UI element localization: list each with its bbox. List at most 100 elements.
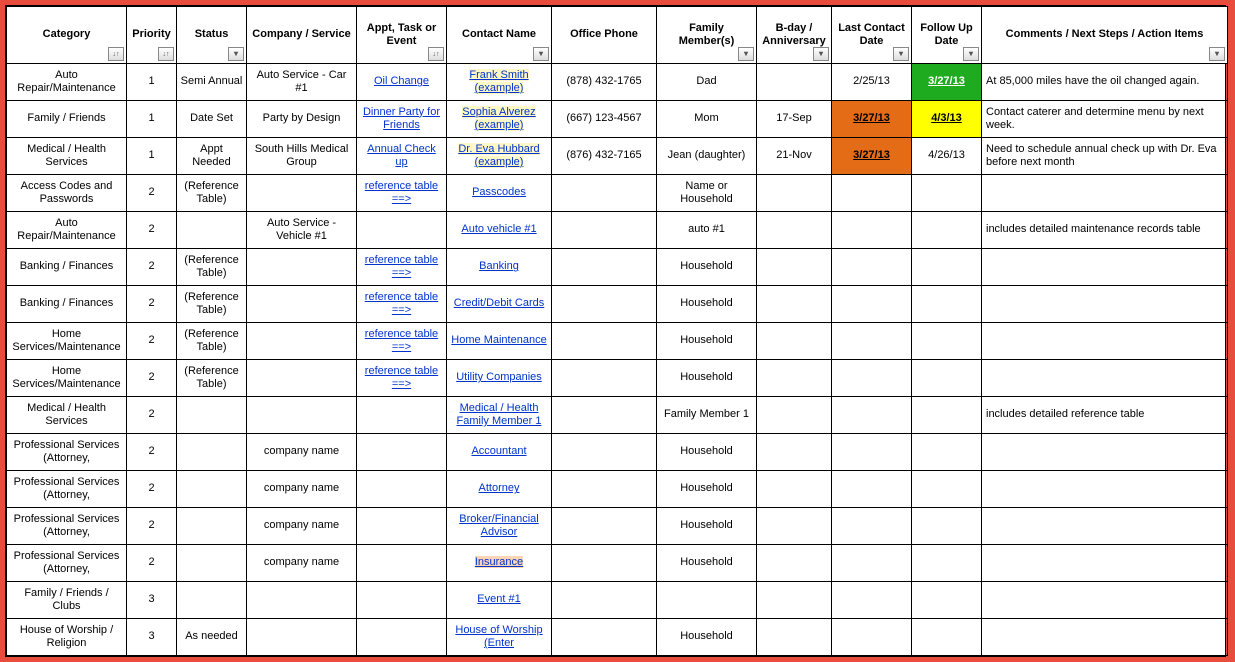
cell: (878) 432-1765: [552, 64, 657, 101]
cell: reference table ==>: [357, 249, 447, 286]
cell: [757, 471, 832, 508]
cell: [912, 619, 982, 656]
cell: [982, 175, 1228, 212]
cell: [552, 360, 657, 397]
col-last: Last Contact Date: [832, 7, 912, 64]
cell: Utility Companies: [447, 360, 552, 397]
cell-link[interactable]: Sophia Alverez (example): [462, 106, 535, 131]
cell-link[interactable]: Event #1: [477, 593, 520, 605]
cell: 2: [127, 360, 177, 397]
cell: 2: [127, 175, 177, 212]
cell: 3/27/13: [832, 138, 912, 175]
cell-link[interactable]: House of Worship (Enter: [455, 624, 542, 649]
cell-link[interactable]: Passcodes: [472, 186, 526, 198]
cell: [982, 582, 1228, 619]
cell: Professional Services (Attorney,: [7, 434, 127, 471]
cell: [912, 323, 982, 360]
filter-icon[interactable]: [1209, 47, 1225, 61]
cell: Accountant: [447, 434, 552, 471]
filter-icon[interactable]: [813, 47, 829, 61]
cell: [982, 508, 1228, 545]
cell: company name: [247, 434, 357, 471]
cell: 2: [127, 212, 177, 249]
cell: 2: [127, 508, 177, 545]
table-row: Professional Services (Attorney,2company…: [7, 508, 1228, 545]
filter-icon[interactable]: [738, 47, 754, 61]
cell: Passcodes: [447, 175, 552, 212]
cell: [832, 360, 912, 397]
cell: [912, 286, 982, 323]
cell: [757, 508, 832, 545]
cell: reference table ==>: [357, 286, 447, 323]
cell: company name: [247, 545, 357, 582]
filter-icon[interactable]: [428, 47, 444, 61]
cell: includes detailed reference table: [982, 397, 1228, 434]
cell: Access Codes and Passwords: [7, 175, 127, 212]
cell: [832, 434, 912, 471]
cell-link[interactable]: Broker/Financial Advisor: [459, 513, 538, 538]
filter-icon[interactable]: [158, 47, 174, 61]
cell: Household: [657, 545, 757, 582]
filter-icon[interactable]: [108, 47, 124, 61]
table-row: Professional Services (Attorney,2company…: [7, 471, 1228, 508]
cell: Home Maintenance: [447, 323, 552, 360]
cell: Banking / Finances: [7, 286, 127, 323]
cell-link[interactable]: Dinner Party for Friends: [363, 106, 440, 131]
cell-link[interactable]: Annual Check up: [367, 143, 436, 168]
cell: 2: [127, 323, 177, 360]
header-row: Category Priority Status Company / Servi…: [7, 7, 1228, 64]
filter-icon[interactable]: [963, 47, 979, 61]
cell: Appt Needed: [177, 138, 247, 175]
cell-link[interactable]: Frank Smith (example): [469, 69, 528, 94]
cell: [912, 175, 982, 212]
cell-link[interactable]: Auto vehicle #1: [461, 223, 536, 235]
cell: Contact caterer and determine menu by ne…: [982, 101, 1228, 138]
cell-link[interactable]: Attorney: [479, 482, 520, 494]
cell-link[interactable]: Insurance: [475, 556, 523, 568]
cell: Sophia Alverez (example): [447, 101, 552, 138]
spreadsheet-table: Category Priority Status Company / Servi…: [5, 5, 1226, 657]
cell: [757, 360, 832, 397]
cell: Household: [657, 323, 757, 360]
col-contact: Contact Name: [447, 7, 552, 64]
cell: [912, 397, 982, 434]
cell: [357, 212, 447, 249]
cell: (876) 432-7165: [552, 138, 657, 175]
cell: 3: [127, 619, 177, 656]
cell-link[interactable]: Utility Companies: [456, 371, 542, 383]
cell: [247, 397, 357, 434]
cell-link[interactable]: Oil Change: [374, 75, 429, 87]
cell-link[interactable]: Banking: [479, 260, 519, 272]
cell-link[interactable]: Credit/Debit Cards: [454, 297, 544, 309]
cell-link[interactable]: reference table ==>: [365, 328, 438, 353]
filter-icon[interactable]: [533, 47, 549, 61]
table-row: Medical / Health Services1Appt NeededSou…: [7, 138, 1228, 175]
cell-link[interactable]: Dr. Eva Hubbard (example): [458, 143, 539, 168]
cell: Medical / Health Services: [7, 138, 127, 175]
cell-link[interactable]: reference table ==>: [365, 365, 438, 390]
cell: 17-Sep: [757, 101, 832, 138]
cell-link[interactable]: reference table ==>: [365, 254, 438, 279]
cell-link[interactable]: Home Maintenance: [451, 334, 546, 346]
filter-icon[interactable]: [228, 47, 244, 61]
cell: [912, 360, 982, 397]
cell: Family Member 1: [657, 397, 757, 434]
col-follow: Follow Up Date: [912, 7, 982, 64]
cell: (667) 123-4567: [552, 101, 657, 138]
cell: [552, 545, 657, 582]
cell-link[interactable]: reference table ==>: [365, 180, 438, 205]
cell: Semi Annual: [177, 64, 247, 101]
cell: [552, 508, 657, 545]
cell: Household: [657, 249, 757, 286]
cell: [757, 434, 832, 471]
filter-icon[interactable]: [893, 47, 909, 61]
table-row: Auto Repair/Maintenance1Semi AnnualAuto …: [7, 64, 1228, 101]
cell: [832, 619, 912, 656]
cell-link[interactable]: Accountant: [471, 445, 526, 457]
cell: [832, 471, 912, 508]
cell: 2: [127, 545, 177, 582]
cell-link[interactable]: reference table ==>: [365, 291, 438, 316]
col-status: Status: [177, 7, 247, 64]
cell-link[interactable]: Medical / Health Family Member 1: [457, 402, 542, 427]
cell: [982, 249, 1228, 286]
